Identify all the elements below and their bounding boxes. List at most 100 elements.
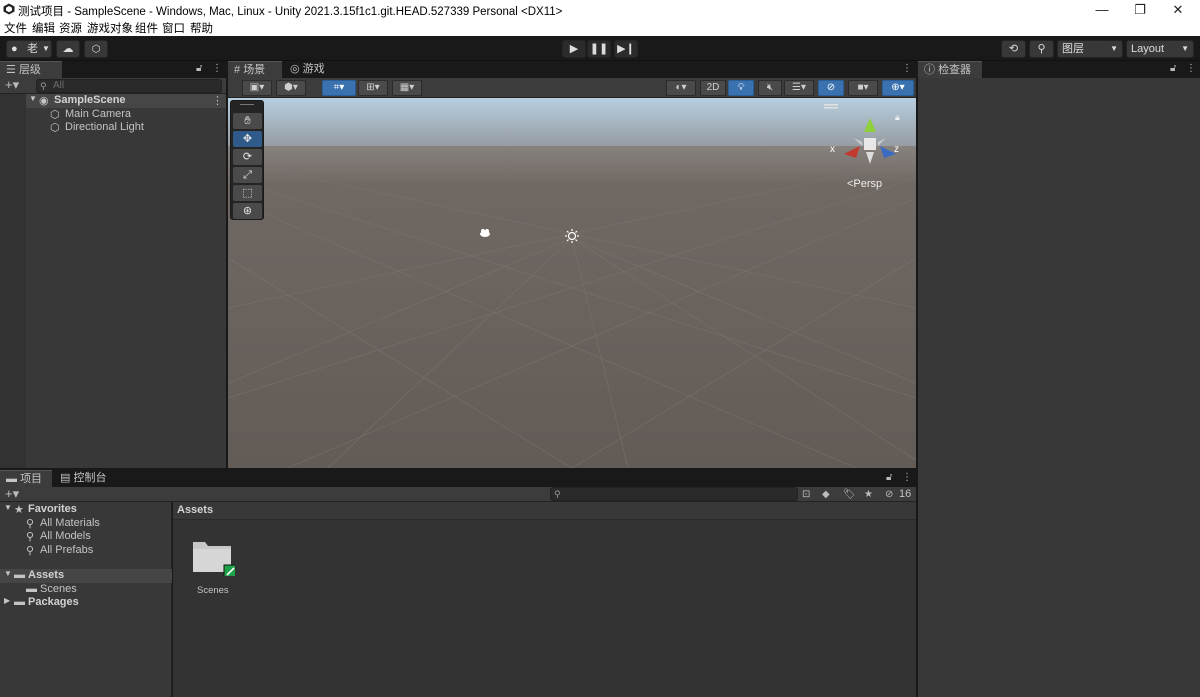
restore-icon[interactable]: ❐ [1121,0,1159,19]
rect-tool-button[interactable]: ⬚ [233,185,262,201]
tab-console[interactable]: ▤ 控制台 [54,470,120,487]
projection-toggle[interactable]: <Persp [847,178,882,190]
move-tool-button[interactable]: ✥ [233,131,262,147]
account-dropdown[interactable]: ● 老 ▼ [6,40,52,58]
visibility-toggle[interactable]: ⊘ [818,80,844,96]
tab-game[interactable]: ◎ 游戏 [284,61,340,78]
grid-dropdown[interactable]: ▦▾ [392,80,422,96]
gizmos-dropdown[interactable]: ⊕▾ [882,80,914,96]
project-tabbar: ▬ 项目 ▤ 控制台 🔓︎ ⋮ [0,470,916,487]
more-options-icon[interactable]: ⋮ [902,64,912,74]
transform-tool-palette: ✋︎ ✥ ⟳ ⤢ ⬚ ⊛ [230,100,264,220]
favorites-row[interactable]: ▼ ★ Favorites [0,503,172,517]
menu-gameobject[interactable]: 游戏对象 [87,20,133,36]
account-label: 老 [27,43,38,55]
layers-dropdown[interactable]: 图层 ▼ [1057,40,1123,58]
menu-bar: 文件 编辑 资源 游戏对象 组件 窗口 帮助 [0,19,1200,36]
collab-button[interactable]: ⬡ [84,40,108,58]
more-options-icon[interactable]: ⋮ [1186,64,1196,74]
scale-tool-button[interactable]: ⤢ [233,167,262,183]
cloud-button[interactable]: ☁ [56,40,80,58]
star-icon: ★ [14,504,24,516]
folder-icon: ▬ [6,473,17,485]
project-search-input[interactable]: ⚲ [550,487,798,501]
lock-icon[interactable]: 🔓︎ [196,64,202,74]
pause-button[interactable]: ❚❚ [587,40,611,58]
snap-dropdown[interactable]: ⊞▾ [358,80,388,96]
filter-by-label-icon[interactable]: 🏷︎ [843,490,856,500]
audio-toggle[interactable]: 🔇︎ [758,80,782,96]
draw-mode-dropdown[interactable]: ▣▾ [242,80,272,96]
tab-inspector[interactable]: ⓘ 检查器 [918,61,982,78]
list-item[interactable]: ⬡ Directional Light [26,121,226,135]
tab-hierarchy[interactable]: ☰ 层级 [0,61,62,78]
packages-row[interactable]: ▶ ▬ Packages [0,596,172,610]
asset-folder-tile[interactable]: Scenes [191,536,238,596]
item-label: Scenes [40,583,77,595]
menu-help[interactable]: 帮助 [190,20,213,36]
pivot-toggle[interactable]: ⌗▾ [322,80,356,96]
expand-arrow-icon[interactable]: ▼ [4,503,12,512]
collab-icon: ⬡ [91,44,101,55]
search-filter-icon[interactable]: ⊡ [802,490,810,500]
list-item[interactable]: ▬ Scenes [0,583,172,597]
render-mode-dropdown[interactable]: ⬢▾ [276,80,306,96]
search-placeholder: All [53,80,65,91]
add-icon[interactable]: +▾ [5,487,19,500]
expand-arrow-icon[interactable]: ▶ [4,596,10,605]
pause-icon: ❚❚ [589,43,609,55]
rotate-tool-button[interactable]: ⟳ [233,149,262,165]
transform-tool-button[interactable]: ⊛ [233,203,262,219]
favorite-star-icon[interactable]: ★ [864,490,873,500]
layout-dropdown[interactable]: Layout ▼ [1126,40,1194,58]
tab-project-label: 项目 [20,473,43,485]
menu-file[interactable]: 文件 [4,20,27,36]
lock-icon[interactable]: 🔒︎ [895,112,900,123]
hierarchy-search-input[interactable]: ⚲ All [36,79,222,93]
lighting-toggle[interactable]: 💡︎ [728,80,754,96]
lock-icon[interactable]: 🔓︎ [1170,64,1176,74]
list-item[interactable]: ⚲ All Materials [0,517,172,531]
layers-label: 图层 [1062,43,1084,55]
filter-by-type-icon[interactable]: ◆ [822,490,830,500]
tab-project[interactable]: ▬ 项目 [0,470,52,487]
lock-icon[interactable]: 🔓︎ [886,473,892,483]
undo-history-button[interactable]: ⟲ [1001,40,1026,58]
add-icon[interactable]: +▾ [5,78,19,91]
menu-window[interactable]: 窗口 [162,20,185,36]
expand-arrow-icon[interactable]: ▼ [4,569,12,578]
more-options-icon[interactable]: ⋮ [212,64,222,74]
menu-assets[interactable]: 资源 [59,20,82,36]
tab-scene[interactable]: # 场景 [228,61,282,78]
palette-grip[interactable] [240,104,254,105]
search-icon: ⚲ [40,81,47,91]
hierarchy-toolbar: +▾ ⚲ All [0,78,226,94]
expand-arrow-icon[interactable]: ▼ [29,94,37,103]
scene-camera-dropdown[interactable]: ■▾ [848,80,878,96]
layout-label: Layout [1131,43,1165,55]
more-options-icon[interactable]: ⋮ [902,473,912,483]
more-options-icon[interactable]: ⋮ [212,94,223,107]
breadcrumb-assets[interactable]: Assets [177,504,213,516]
minimize-icon[interactable]: — [1083,0,1121,19]
close-icon[interactable]: ✕ [1159,0,1197,19]
step-button[interactable]: ▶❙ [614,40,638,58]
menu-component[interactable]: 组件 [135,20,158,36]
menu-edit[interactable]: 编辑 [32,20,55,36]
search-button[interactable]: ⚲ [1029,40,1054,58]
gizmo-icon: ⊕▾ [891,82,905,93]
scene-viewport[interactable]: x z 🔒︎ <Persp [228,98,916,468]
hidden-packages-icon[interactable]: ⊘ [885,490,893,500]
list-item[interactable]: ⬡ Main Camera [26,108,226,122]
camera-sphere-dropdown[interactable]: ◐▾ [666,80,696,96]
list-item[interactable]: ⚲ All Prefabs [0,544,172,558]
scene-row[interactable]: ▼ ◉ SampleScene ⋮ [26,94,226,108]
toggle-2d-button[interactable]: 2D [700,80,726,96]
effects-dropdown[interactable]: ☰▾ [784,80,814,96]
tab-scene-label: 场景 [243,64,266,76]
play-button[interactable]: ▶ [562,40,586,58]
hand-tool-button[interactable]: ✋︎ [233,113,262,129]
assets-row[interactable]: ▼ ▬ Assets [0,569,172,583]
list-item[interactable]: ⚲ All Models [0,530,172,544]
folder-icon: ▬ [14,596,25,608]
